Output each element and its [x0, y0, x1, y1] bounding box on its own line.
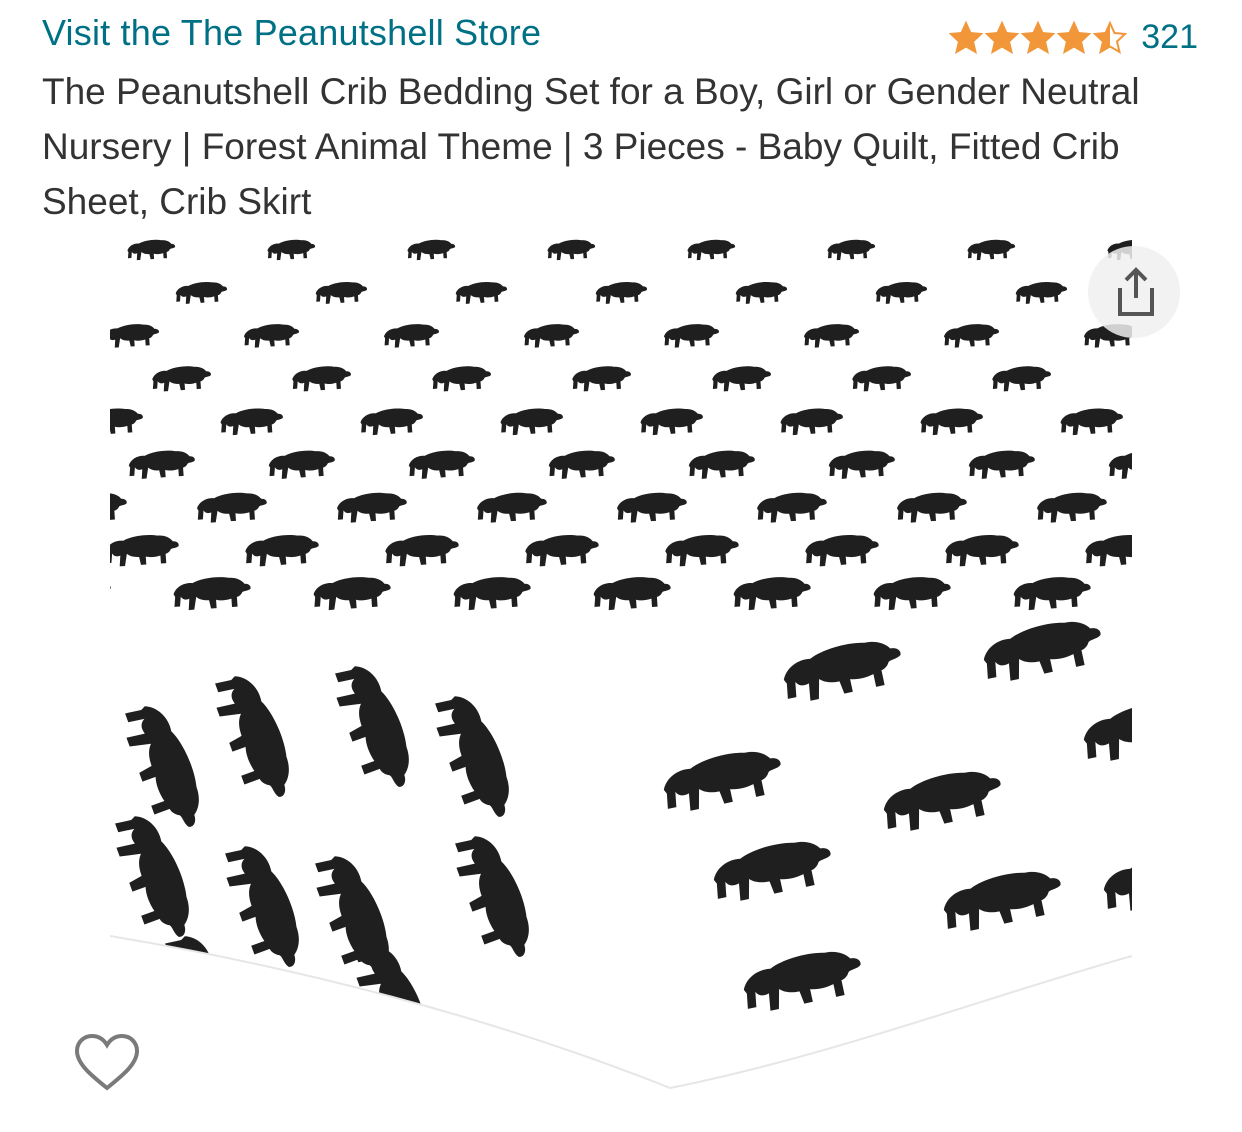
share-icon: [1118, 267, 1154, 316]
star-rating: [949, 20, 1128, 55]
heart-icon: [74, 1033, 140, 1091]
product-page: Visit the The Peanutshell Store 321 The …: [0, 0, 1242, 1132]
star-half-icon: [1093, 20, 1128, 54]
rating-summary[interactable]: 321: [949, 18, 1198, 57]
visit-store-link[interactable]: Visit the The Peanutshell Store: [42, 12, 541, 54]
rating-count[interactable]: 321: [1141, 18, 1198, 57]
share-button[interactable]: [1088, 246, 1180, 338]
product-image[interactable]: [110, 236, 1132, 1096]
star-full-icon: [1057, 20, 1092, 54]
crib-sheet-image: [110, 236, 1132, 1090]
product-title: The Peanutshell Crib Bedding Set for a B…: [42, 71, 1140, 222]
favorite-button[interactable]: [68, 1024, 146, 1102]
star-full-icon: [1021, 20, 1056, 54]
star-full-icon: [985, 20, 1020, 54]
star-full-icon: [949, 20, 984, 54]
